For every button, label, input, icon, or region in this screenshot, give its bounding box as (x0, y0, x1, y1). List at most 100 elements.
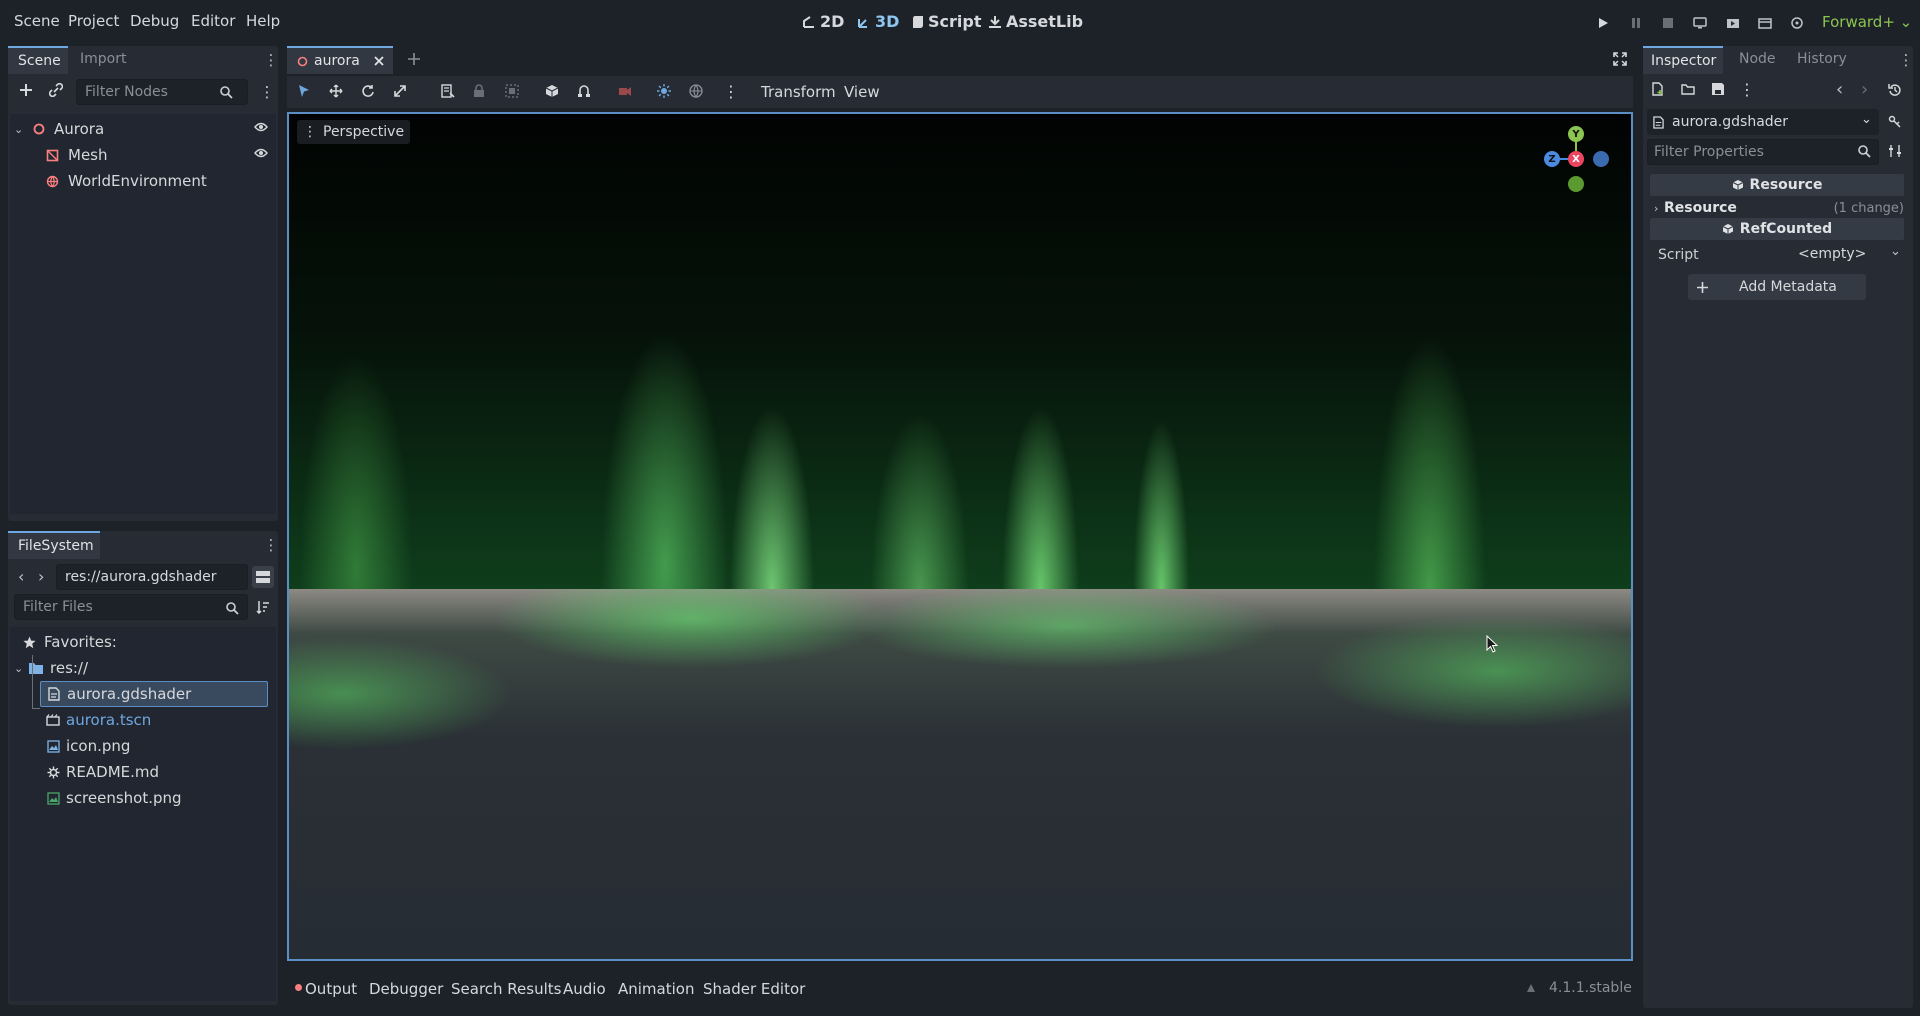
tree-node-mesh[interactable]: Mesh (10, 142, 276, 168)
more-options-icon[interactable]: ⋮ (723, 82, 739, 101)
play-scene-icon[interactable] (1722, 12, 1744, 34)
gizmo-x-axis[interactable]: X (1568, 151, 1584, 167)
inspector-options-icon[interactable] (1888, 144, 1902, 158)
workspace-3d-button[interactable]: 3D (857, 12, 899, 31)
tab-animation[interactable]: Animation (618, 980, 694, 998)
object-history-icon[interactable] (1888, 83, 1902, 97)
chevron-down-icon[interactable]: ⌄ (1890, 244, 1901, 259)
gizmo-y-axis[interactable]: Y (1568, 126, 1584, 142)
script-property-row: Script <empty> ⌄ (1658, 244, 1904, 266)
open-folder-icon[interactable] (1681, 82, 1695, 96)
script-property-value[interactable]: <empty> (1798, 246, 1866, 262)
close-icon[interactable] (374, 56, 384, 66)
tab-node[interactable]: Node (1739, 51, 1776, 67)
tab-history[interactable]: History (1797, 51, 1847, 67)
object-properties-icon[interactable] (1888, 114, 1902, 128)
tab-debugger[interactable]: Debugger (369, 980, 443, 998)
visibility-eye-icon[interactable] (254, 148, 268, 158)
scene-tab-aurora[interactable]: aurora (287, 46, 393, 74)
workspace-script-button[interactable]: Script (912, 12, 981, 31)
menu-debug[interactable]: Debug (130, 12, 179, 30)
list-select-icon[interactable] (441, 84, 455, 98)
snap-icon[interactable] (577, 84, 591, 98)
dock-menu-icon[interactable]: ⋮ (264, 51, 279, 69)
move-tool-icon[interactable] (329, 84, 343, 98)
file-row[interactable]: icon.png (40, 733, 268, 759)
remote-debug-icon[interactable] (1689, 12, 1711, 34)
path-field[interactable]: res://aurora.gdshader (56, 564, 248, 590)
distraction-free-icon[interactable] (1613, 52, 1627, 66)
gizmo-z-axis[interactable]: Z (1544, 151, 1560, 167)
add-tab-icon[interactable] (407, 52, 421, 66)
tree-node-worldenvironment[interactable]: WorldEnvironment (10, 168, 276, 194)
resource-selector[interactable]: aurora.gdshader ⌄ (1647, 109, 1879, 135)
transform-menu[interactable]: Transform (761, 83, 836, 101)
more-options-icon[interactable]: ⋮ (1739, 80, 1755, 99)
tab-inspector[interactable]: Inspector (1643, 46, 1723, 74)
chevron-down-icon: ⌄ (14, 122, 24, 136)
dock-menu-icon[interactable]: ⋮ (1899, 51, 1914, 69)
pause-icon[interactable] (1625, 12, 1647, 34)
rotate-tool-icon[interactable] (361, 84, 375, 98)
group-icon[interactable] (505, 84, 519, 98)
tab-shader-editor[interactable]: Shader Editor (703, 980, 805, 998)
sort-icon[interactable] (254, 598, 272, 616)
tab-import[interactable]: Import (80, 51, 126, 67)
add-node-icon[interactable] (16, 80, 36, 100)
tab-audio[interactable]: Audio (563, 980, 606, 998)
menu-scene[interactable]: Scene (14, 12, 60, 30)
forward-icon[interactable]: › (38, 567, 44, 586)
view-menu[interactable]: View (844, 83, 880, 101)
visibility-eye-icon[interactable] (254, 122, 268, 132)
favorites-row[interactable]: Favorites: (10, 629, 276, 655)
lock-icon[interactable] (473, 84, 485, 98)
menu-help[interactable]: Help (246, 12, 280, 30)
gizmo-neg-y-axis[interactable] (1568, 176, 1584, 192)
history-forward-icon[interactable]: › (1861, 79, 1868, 100)
movie-maker-icon[interactable] (1786, 12, 1808, 34)
add-metadata-button[interactable]: Add Metadata (1688, 274, 1866, 300)
file-row[interactable]: README.md (40, 759, 268, 785)
play-custom-scene-icon[interactable] (1754, 12, 1776, 34)
menu-bar: Scene Project Debug Editor Help 2D 3D Sc… (0, 0, 1920, 44)
tab-search-results[interactable]: Search Results (451, 980, 561, 998)
back-icon[interactable]: ‹ (18, 567, 24, 586)
play-icon[interactable] (1592, 12, 1614, 34)
history-back-icon[interactable]: ‹ (1836, 79, 1843, 100)
menu-editor[interactable]: Editor (191, 12, 235, 30)
scale-tool-icon[interactable] (393, 84, 407, 98)
filter-properties-input[interactable]: Filter Properties (1647, 139, 1879, 165)
file-row[interactable]: aurora.tscn (40, 707, 268, 733)
scene-options-icon[interactable]: ⋮ (260, 82, 275, 102)
filesystem-dock: FileSystem ⋮ ‹ › res://aurora.gdshader F… (8, 531, 279, 1005)
file-row[interactable]: aurora.gdshader (40, 681, 268, 707)
tree-node-aurora[interactable]: ⌄ Aurora (10, 116, 276, 142)
dock-menu-icon[interactable]: ⋮ (264, 536, 279, 554)
res-root-row[interactable]: ⌄ res:// (10, 655, 276, 681)
workspace-assetlib-button[interactable]: AssetLib (988, 12, 1083, 31)
tab-filesystem[interactable]: FileSystem (8, 531, 100, 559)
filter-files-input[interactable]: Filter Files (14, 594, 248, 620)
3d-viewport[interactable]: ⋮ Perspective Y Z X (287, 112, 1633, 961)
camera-preview-icon[interactable] (617, 84, 633, 98)
link-icon[interactable] (46, 80, 66, 100)
axis-gizmo[interactable]: Y Z X (1541, 124, 1611, 194)
local-space-icon[interactable] (545, 84, 559, 98)
renderer-dropdown[interactable]: Forward+ ⌄ (1822, 13, 1912, 31)
sun-toggle-icon[interactable] (657, 84, 671, 98)
resource-group-row[interactable]: › Resource (1 change) (1654, 197, 1904, 219)
workspace-2d-button[interactable]: 2D (802, 12, 844, 31)
workspace-script-label: Script (928, 12, 982, 31)
new-resource-icon[interactable] (1651, 82, 1665, 96)
tab-output[interactable]: Output (305, 980, 357, 998)
select-tool-icon[interactable] (297, 84, 311, 98)
perspective-menu-button[interactable]: ⋮ Perspective (297, 120, 411, 144)
environment-toggle-icon[interactable] (689, 84, 703, 98)
file-row[interactable]: screenshot.png (40, 785, 268, 811)
menu-project[interactable]: Project (68, 12, 119, 30)
gizmo-neg-x-axis[interactable] (1593, 151, 1609, 167)
split-view-icon[interactable] (252, 566, 274, 588)
tab-scene[interactable]: Scene (8, 46, 68, 74)
save-icon[interactable] (1711, 82, 1725, 96)
stop-icon[interactable] (1657, 12, 1679, 34)
